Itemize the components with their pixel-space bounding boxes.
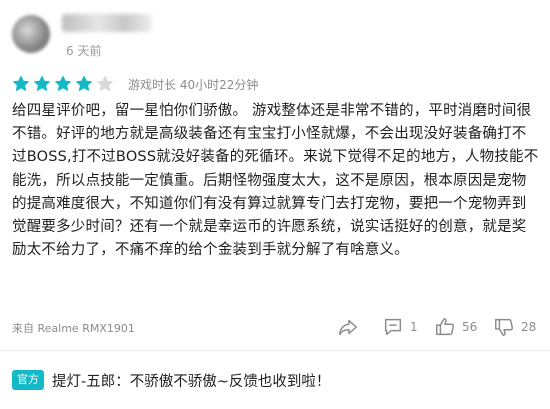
star-filled-icon [34, 75, 50, 91]
dislike-count: 28 [521, 320, 537, 334]
review-time: 6 天前 [66, 44, 102, 58]
official-reply[interactable]: 官方 提灯-五郎：不骄傲不骄傲~反馈也收到啦！ [12, 369, 330, 391]
avatar[interactable] [12, 15, 50, 53]
official-reply-text: 提灯-五郎：不骄傲不骄傲~反馈也收到啦！ [52, 373, 331, 390]
share-button[interactable] [337, 315, 359, 339]
official-badge: 官方 [12, 370, 44, 390]
review-text: 给四星评价吧，留一星怕你们骄傲。 游戏整体还是非常不错的，平时消磨时间很不错。好… [12, 103, 539, 259]
star-empty-icon [97, 75, 113, 91]
thumbs-up-icon [436, 318, 455, 336]
rating-row: 游戏时长 40小时22分钟 [12, 74, 258, 94]
like-count: 56 [462, 320, 478, 334]
review-footer: 来自 Realme RMX1901 1 56 28 [0, 312, 550, 342]
dislike-button[interactable]: 28 [493, 315, 536, 339]
username-blurred[interactable] [62, 14, 152, 32]
star-filled-icon [76, 75, 92, 91]
star-filled-icon [55, 75, 71, 91]
comment-count: 1 [410, 320, 418, 334]
comment-button[interactable]: 1 [382, 315, 418, 339]
divider [0, 350, 550, 351]
share-icon [339, 319, 357, 336]
device-label: 来自 Realme RMX1901 [12, 322, 135, 335]
comment-icon [384, 318, 402, 336]
review-header: 6 天前 [0, 0, 550, 64]
like-button[interactable]: 56 [434, 315, 477, 339]
playtime-label: 游戏时长 40小时22分钟 [128, 77, 259, 92]
thumbs-down-icon [495, 318, 514, 336]
star-filled-icon [13, 75, 29, 91]
star-rating [12, 75, 114, 93]
